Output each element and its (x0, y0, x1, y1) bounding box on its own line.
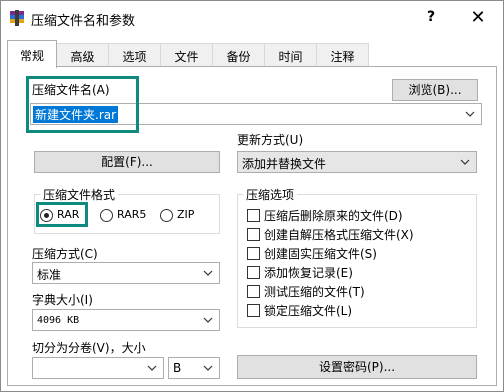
tab-comment[interactable]: 注释 (317, 43, 369, 67)
split-unit-select[interactable]: B (168, 357, 220, 379)
profiles-button[interactable]: 配置(F)... (34, 151, 220, 173)
dialog-window: 压缩文件名和参数 ? ✕ 常规 高级 选项 文件 备份 时间 注释 压缩文件名(… (0, 0, 504, 392)
tab-time[interactable]: 时间 (265, 43, 317, 67)
checkbox-icon (247, 228, 260, 241)
format-rar5-label: RAR5 (117, 208, 147, 221)
compression-method-label: 压缩方式(C) (32, 247, 98, 261)
window-title: 压缩文件名和参数 (31, 14, 136, 29)
add-recovery-record-checkbox[interactable]: 添加恢复记录(E) (247, 264, 467, 280)
format-rar5-radio[interactable]: RAR5 (100, 207, 160, 223)
split-size-combo[interactable] (32, 357, 164, 379)
option-label: 压缩后删除原来的文件(D) (264, 209, 403, 223)
close-button[interactable]: ✕ (465, 7, 491, 29)
chevron-down-icon[interactable] (202, 314, 214, 326)
option-label: 创建自解压格式压缩文件(X) (264, 228, 414, 242)
format-zip-radio[interactable]: ZIP (160, 207, 215, 223)
format-zip-label: ZIP (177, 208, 195, 221)
split-volumes-label: 切分为分卷(V)，大小 (32, 341, 146, 355)
radio-icon (100, 209, 113, 222)
browse-button[interactable]: 浏览(B)... (392, 79, 478, 101)
archive-options-label: 压缩选项 (243, 186, 298, 203)
checkbox-icon (247, 247, 260, 260)
option-label: 测试压缩的文件(T) (264, 285, 365, 299)
create-sfx-checkbox[interactable]: 创建自解压格式压缩文件(X) (247, 226, 467, 242)
checkbox-icon (247, 304, 260, 317)
chevron-down-icon[interactable] (202, 362, 214, 374)
checkbox-icon (247, 209, 260, 222)
format-rar-radio[interactable]: RAR (40, 207, 100, 223)
tab-options[interactable]: 选项 (109, 43, 161, 67)
checkbox-icon (247, 285, 260, 298)
option-label: 添加恢复记录(E) (264, 266, 353, 280)
archive-name-combo[interactable]: 新建文件夹.rar (30, 103, 482, 125)
archive-name-input[interactable]: 新建文件夹.rar (33, 106, 119, 123)
dictionary-size-label: 字典大小(I) (32, 293, 93, 307)
compression-method-value: 标准 (37, 268, 62, 282)
general-tab-panel: 压缩文件名(A) 浏览(B)... 新建文件夹.rar 更新方式(U) 配置(F… (7, 66, 497, 386)
update-mode-value: 添加并替换文件 (242, 157, 327, 171)
tab-files[interactable]: 文件 (161, 43, 213, 67)
tab-advanced[interactable]: 高级 (57, 43, 109, 67)
dictionary-size-select[interactable]: 4096 KB (32, 309, 220, 331)
dictionary-size-value: 4096 KB (37, 315, 80, 326)
radio-selected-icon (40, 209, 53, 222)
chevron-down-icon[interactable] (459, 156, 471, 168)
test-archived-files-checkbox[interactable]: 测试压缩的文件(T) (247, 283, 467, 299)
radio-icon (160, 209, 173, 222)
checkbox-icon (247, 266, 260, 279)
winrar-app-icon (10, 10, 24, 26)
chevron-down-icon[interactable] (464, 108, 476, 120)
compression-method-select[interactable]: 标准 (32, 262, 220, 284)
archive-name-label: 压缩文件名(A) (32, 83, 110, 97)
update-mode-label: 更新方式(U) (237, 133, 304, 147)
tab-backup[interactable]: 备份 (213, 43, 265, 67)
format-rar-label: RAR (57, 208, 80, 221)
chevron-down-icon[interactable] (202, 267, 214, 279)
archive-format-label: 压缩文件格式 (40, 186, 119, 203)
tab-general[interactable]: 常规 (7, 40, 57, 68)
title-bar: 压缩文件名和参数 ? ✕ (1, 1, 503, 35)
set-password-button[interactable]: 设置密码(P)... (237, 355, 477, 379)
option-label: 锁定压缩文件(L) (264, 304, 353, 318)
option-label: 创建固实压缩文件(S) (264, 247, 377, 261)
update-mode-select[interactable]: 添加并替换文件 (237, 151, 477, 173)
chevron-down-icon[interactable] (146, 362, 158, 374)
delete-after-archiving-checkbox[interactable]: 压缩后删除原来的文件(D) (247, 207, 467, 223)
split-unit-value: B (173, 361, 182, 375)
help-button[interactable]: ? (419, 9, 443, 27)
create-solid-checkbox[interactable]: 创建固实压缩文件(S) (247, 245, 467, 261)
lock-archive-checkbox[interactable]: 锁定压缩文件(L) (247, 302, 467, 318)
